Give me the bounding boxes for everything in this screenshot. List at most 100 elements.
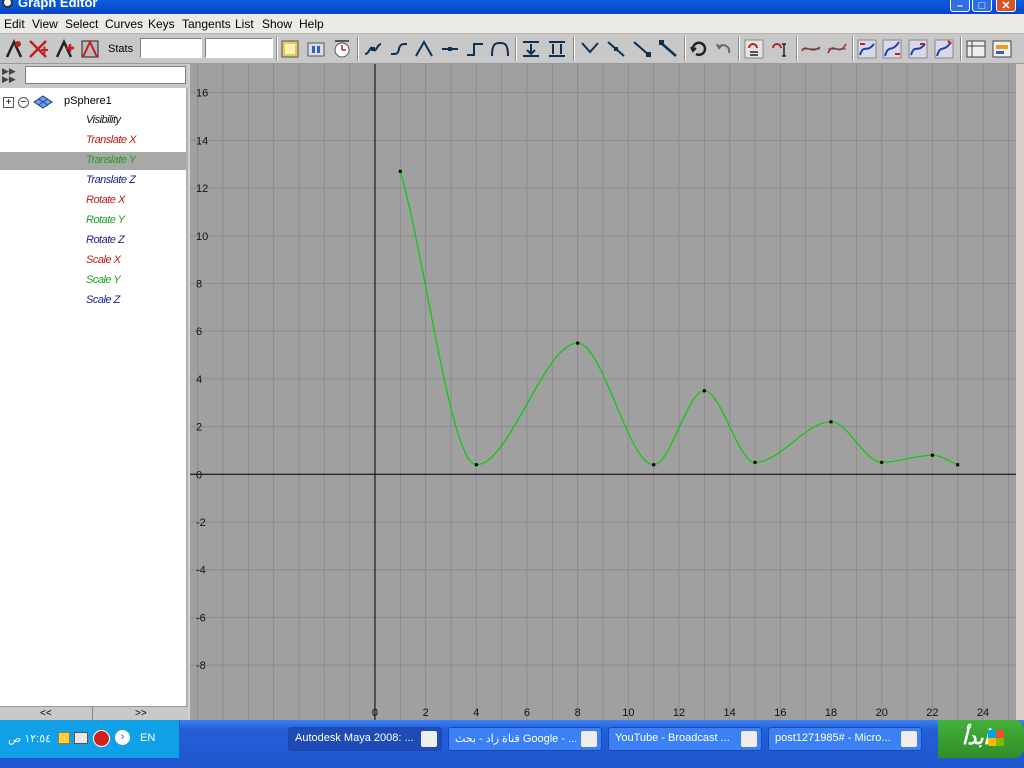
open-dope-sheet-icon[interactable] [965, 38, 987, 60]
menu-help[interactable]: Help [299, 17, 324, 31]
auto-load-icon[interactable] [688, 38, 710, 60]
buffer-curve-snapshot-icon[interactable] [520, 38, 542, 60]
value-snap-icon[interactable] [769, 38, 791, 60]
keyframe-point[interactable] [474, 463, 478, 467]
post-infinity-offset-icon[interactable] [933, 38, 955, 60]
outliner-scrollbar[interactable]: << >> [0, 706, 188, 720]
spline-tangents-icon[interactable] [362, 38, 384, 60]
keyframe-point[interactable] [880, 460, 884, 464]
taskbar-item-youtube[interactable]: YouTube - Broadcast ... [608, 727, 762, 751]
menu-select[interactable]: Select [65, 17, 98, 31]
swap-buffer-curve-icon[interactable] [546, 38, 568, 60]
outliner-filter-input[interactable] [25, 66, 186, 84]
add-key-tool-icon[interactable] [53, 38, 75, 60]
attribute-row[interactable]: Translate Y [0, 152, 186, 170]
menu-view[interactable]: View [32, 17, 58, 31]
window-title: Graph Editor [18, 0, 98, 10]
unify-tangents-icon[interactable] [605, 38, 627, 60]
linear-tangents-icon[interactable] [413, 38, 435, 60]
flat-tangents-icon[interactable] [439, 38, 461, 60]
minimize-button[interactable]: – [950, 0, 970, 12]
clock[interactable]: ١٢:٥٤ ص [8, 732, 51, 745]
toolbar-separator [515, 37, 517, 61]
browser-icon [901, 731, 917, 747]
attribute-row[interactable]: Rotate Z [0, 232, 186, 250]
outliner-node-row[interactable]: + – pSphere1 [0, 94, 186, 110]
taskbar-item-maya[interactable]: Autodesk Maya 2008: ... [288, 727, 442, 751]
plateau-tangents-icon[interactable] [489, 38, 511, 60]
chevron-right-icon[interactable]: › [115, 730, 130, 745]
menu-curves[interactable]: Curves [105, 17, 143, 31]
outliner-panel: ▶▶ ▶▶ + – pSphere1 Visibility Translate X T… [0, 64, 188, 706]
keyframe-point[interactable] [753, 460, 757, 464]
keyframe-point[interactable] [576, 341, 580, 345]
stats-field-2[interactable] [205, 38, 273, 58]
keyframe-point[interactable] [829, 420, 833, 424]
menu-keys[interactable]: Keys [148, 17, 175, 31]
keyframe-point[interactable] [956, 463, 960, 467]
start-button[interactable]: ابدأ [938, 720, 1024, 758]
language-indicator[interactable]: EN [140, 732, 155, 744]
x-tick-label: 4 [473, 707, 479, 719]
menu-edit[interactable]: Edit [4, 17, 25, 31]
y-tick-label: 8 [196, 278, 202, 290]
menu-show[interactable]: Show [262, 17, 292, 31]
stepped-tangents-icon[interactable] [464, 38, 486, 60]
close-button[interactable]: ✕ [996, 0, 1016, 12]
taskbar-item-label: Autodesk Maya 2008: ... [295, 732, 414, 744]
menu-list[interactable]: List [235, 17, 254, 31]
expand-outliner-button[interactable]: ▶▶ ▶▶ [2, 67, 20, 84]
post-infinity-cycle-icon[interactable] [907, 38, 929, 60]
monitor-icon[interactable] [74, 732, 88, 744]
browser-icon [581, 731, 597, 747]
attribute-row[interactable]: Translate Z [0, 172, 186, 190]
frame-selection-icon[interactable] [305, 38, 327, 60]
free-tangent-weight-icon[interactable] [631, 38, 653, 60]
network-icon[interactable] [58, 732, 70, 744]
attribute-row[interactable]: Scale Z [0, 292, 186, 310]
keyframe-point[interactable] [702, 389, 706, 393]
break-tangents-icon[interactable] [579, 38, 601, 60]
keyframe-point[interactable] [652, 463, 656, 467]
y-tick-label: 2 [196, 422, 202, 434]
taskbar-item-google[interactable]: قناة زاد - بحث Google - ... [448, 727, 602, 751]
scroll-left-button[interactable]: << [40, 708, 52, 719]
maximize-button[interactable]: □ [972, 0, 992, 12]
pre-infinity-offset-icon[interactable] [881, 38, 903, 60]
lock-tangent-weight-icon[interactable] [657, 38, 679, 60]
menu-tangents[interactable]: Tangents [182, 17, 231, 31]
toolbar-separator [738, 37, 740, 61]
lattice-deform-icon[interactable] [79, 38, 101, 60]
attribute-label: Rotate Y [86, 214, 125, 226]
toolbar-separator [573, 37, 575, 61]
clamped-tangents-icon[interactable] [388, 38, 410, 60]
taskbar-item-post[interactable]: post1271985# - Micro... [768, 727, 922, 751]
open-trax-editor-icon[interactable] [991, 38, 1013, 60]
expand-node-icon[interactable]: + [3, 97, 14, 108]
load-selected-icon[interactable] [712, 38, 734, 60]
attribute-row[interactable]: Rotate X [0, 192, 186, 210]
keyframe-point[interactable] [398, 169, 402, 173]
time-snap-icon[interactable] [743, 38, 765, 60]
y-tick-label: -4 [196, 565, 206, 577]
insert-key-tool-icon[interactable] [27, 38, 49, 60]
pre-infinity-cycle-icon[interactable] [856, 38, 878, 60]
attribute-row[interactable]: Translate X [0, 132, 186, 150]
time-marker-icon[interactable] [331, 38, 353, 60]
denormalize-curves-icon[interactable] [826, 38, 848, 60]
antivirus-icon[interactable] [93, 730, 110, 747]
frame-all-icon[interactable] [279, 38, 301, 60]
attribute-row[interactable]: Visibility [0, 112, 186, 130]
collapse-node-icon[interactable]: – [18, 97, 29, 108]
attribute-row[interactable]: Scale Y [0, 272, 186, 290]
attribute-row[interactable]: Rotate Y [0, 212, 186, 230]
graph-view[interactable]: 0 2 4 6 8 10 12 14 16 18 20 22 24-8-6-4-202468101214… [190, 64, 1016, 720]
scroll-right-button[interactable]: >> [135, 708, 147, 719]
keyframe-point[interactable] [930, 453, 934, 457]
move-key-tool-icon[interactable] [3, 38, 25, 60]
taskbar: ١٢:٥٤ ص › EN Autodesk Maya 2008: ... قنا… [0, 720, 1024, 768]
normalize-curves-icon[interactable] [800, 38, 822, 60]
taskbar-item-label: قناة زاد - بحث Google - ... [455, 733, 578, 745]
attribute-row[interactable]: Scale X [0, 252, 186, 270]
stats-field-1[interactable] [140, 38, 202, 58]
